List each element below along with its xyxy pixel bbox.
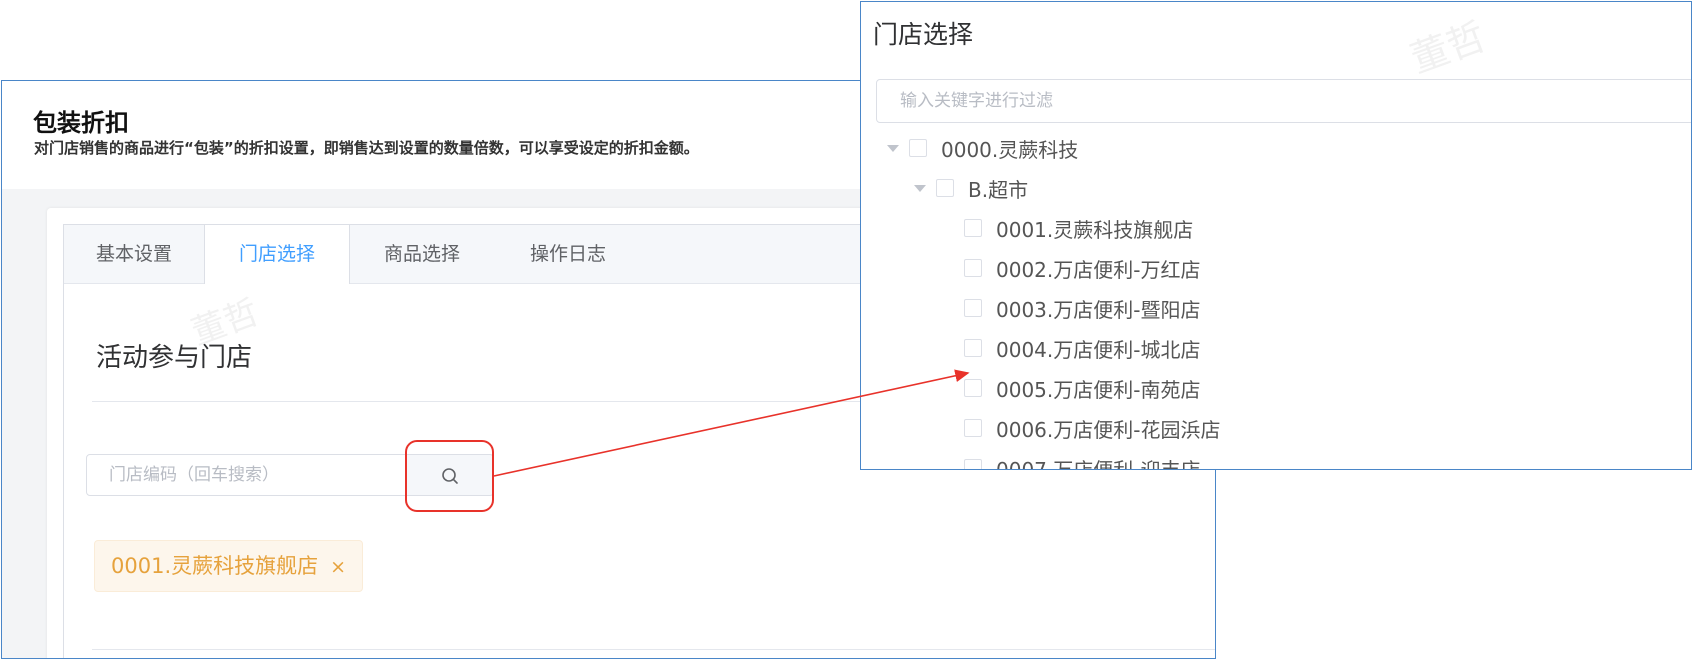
tag-close-icon[interactable]: × [330, 556, 346, 578]
tree-checkbox[interactable] [964, 219, 982, 237]
tree-node-label: 0004.万店便利-城北店 [996, 337, 1201, 362]
tree-checkbox[interactable] [936, 179, 954, 197]
tree-node-label: 0002.万店便利-万红店 [996, 257, 1201, 282]
tree-checkbox[interactable] [909, 139, 927, 157]
tab-product-selection[interactable]: 商品选择 [349, 225, 495, 283]
tree-checkbox[interactable] [964, 419, 982, 437]
selected-store-tag: 0001.灵蕨科技旗舰店 × [94, 540, 364, 592]
caret-down-icon[interactable] [914, 184, 926, 192]
tree-node-store[interactable]: 0006.万店便利-花园浜店 [964, 413, 1220, 443]
tree-node-company[interactable]: 0000.灵蕨科技 [887, 133, 1078, 163]
tree-node-label: 0001.灵蕨科技旗舰店 [996, 217, 1194, 242]
tree-node-label: 0005.万店便利-南苑店 [996, 377, 1201, 402]
store-selection-popup: 门店选择 董哲 0000.灵蕨科技 B.超市 0001.灵蕨科技旗舰店 0002… [860, 1, 1692, 470]
tree-node-store[interactable]: 0002.万店便利-万红店 [964, 253, 1200, 283]
search-button[interactable] [406, 454, 494, 496]
selected-store-tag-label: 0001.灵蕨科技旗舰店 [111, 554, 319, 578]
tree-node-label: B.超市 [968, 177, 1029, 202]
tab-store-selection[interactable]: 门店选择 [204, 225, 350, 284]
tree-node-supermarket[interactable]: B.超市 [914, 173, 1028, 203]
tab-basic-settings[interactable]: 基本设置 [64, 225, 204, 283]
bottom-divider [92, 649, 1215, 650]
tree-node-store[interactable]: 0001.灵蕨科技旗舰店 [964, 213, 1193, 243]
tree-node-store[interactable]: 0004.万店便利-城北店 [964, 333, 1200, 363]
tree-checkbox[interactable] [964, 299, 982, 317]
tree-node-label: 0003.万店便利-暨阳店 [996, 297, 1201, 322]
tree-checkbox[interactable] [964, 459, 982, 469]
tree-checkbox[interactable] [964, 259, 982, 277]
tree-node-store[interactable]: 0005.万店便利-南苑店 [964, 373, 1200, 403]
page-description: 对门店销售的商品进行“包装”的折扣设置，即销售达到设置的数量倍数，可以享受设定的… [34, 139, 699, 157]
popup-title: 门店选择 [873, 20, 974, 49]
tree-checkbox[interactable] [964, 339, 982, 357]
tab-operation-log[interactable]: 操作日志 [495, 225, 641, 283]
tree-checkbox[interactable] [964, 379, 982, 397]
tree-node-label: 0006.万店便利-花园浜店 [996, 417, 1221, 442]
tree-node-store[interactable]: 0007.万店便利-迎丰店 [964, 453, 1201, 470]
tree-filter-input[interactable] [876, 79, 1691, 123]
popup-watermark: 董哲 [1404, 14, 1492, 82]
page-title: 包装折扣 [33, 109, 129, 137]
tree-node-store[interactable]: 0003.万店便利-暨阳店 [964, 293, 1200, 323]
tree-node-label: 0007.万店便利-迎丰店 [996, 457, 1201, 470]
search-icon [442, 468, 458, 484]
caret-down-icon[interactable] [887, 144, 899, 152]
tree-node-label: 0000.灵蕨科技 [941, 137, 1079, 162]
store-code-search-input[interactable] [86, 454, 406, 496]
